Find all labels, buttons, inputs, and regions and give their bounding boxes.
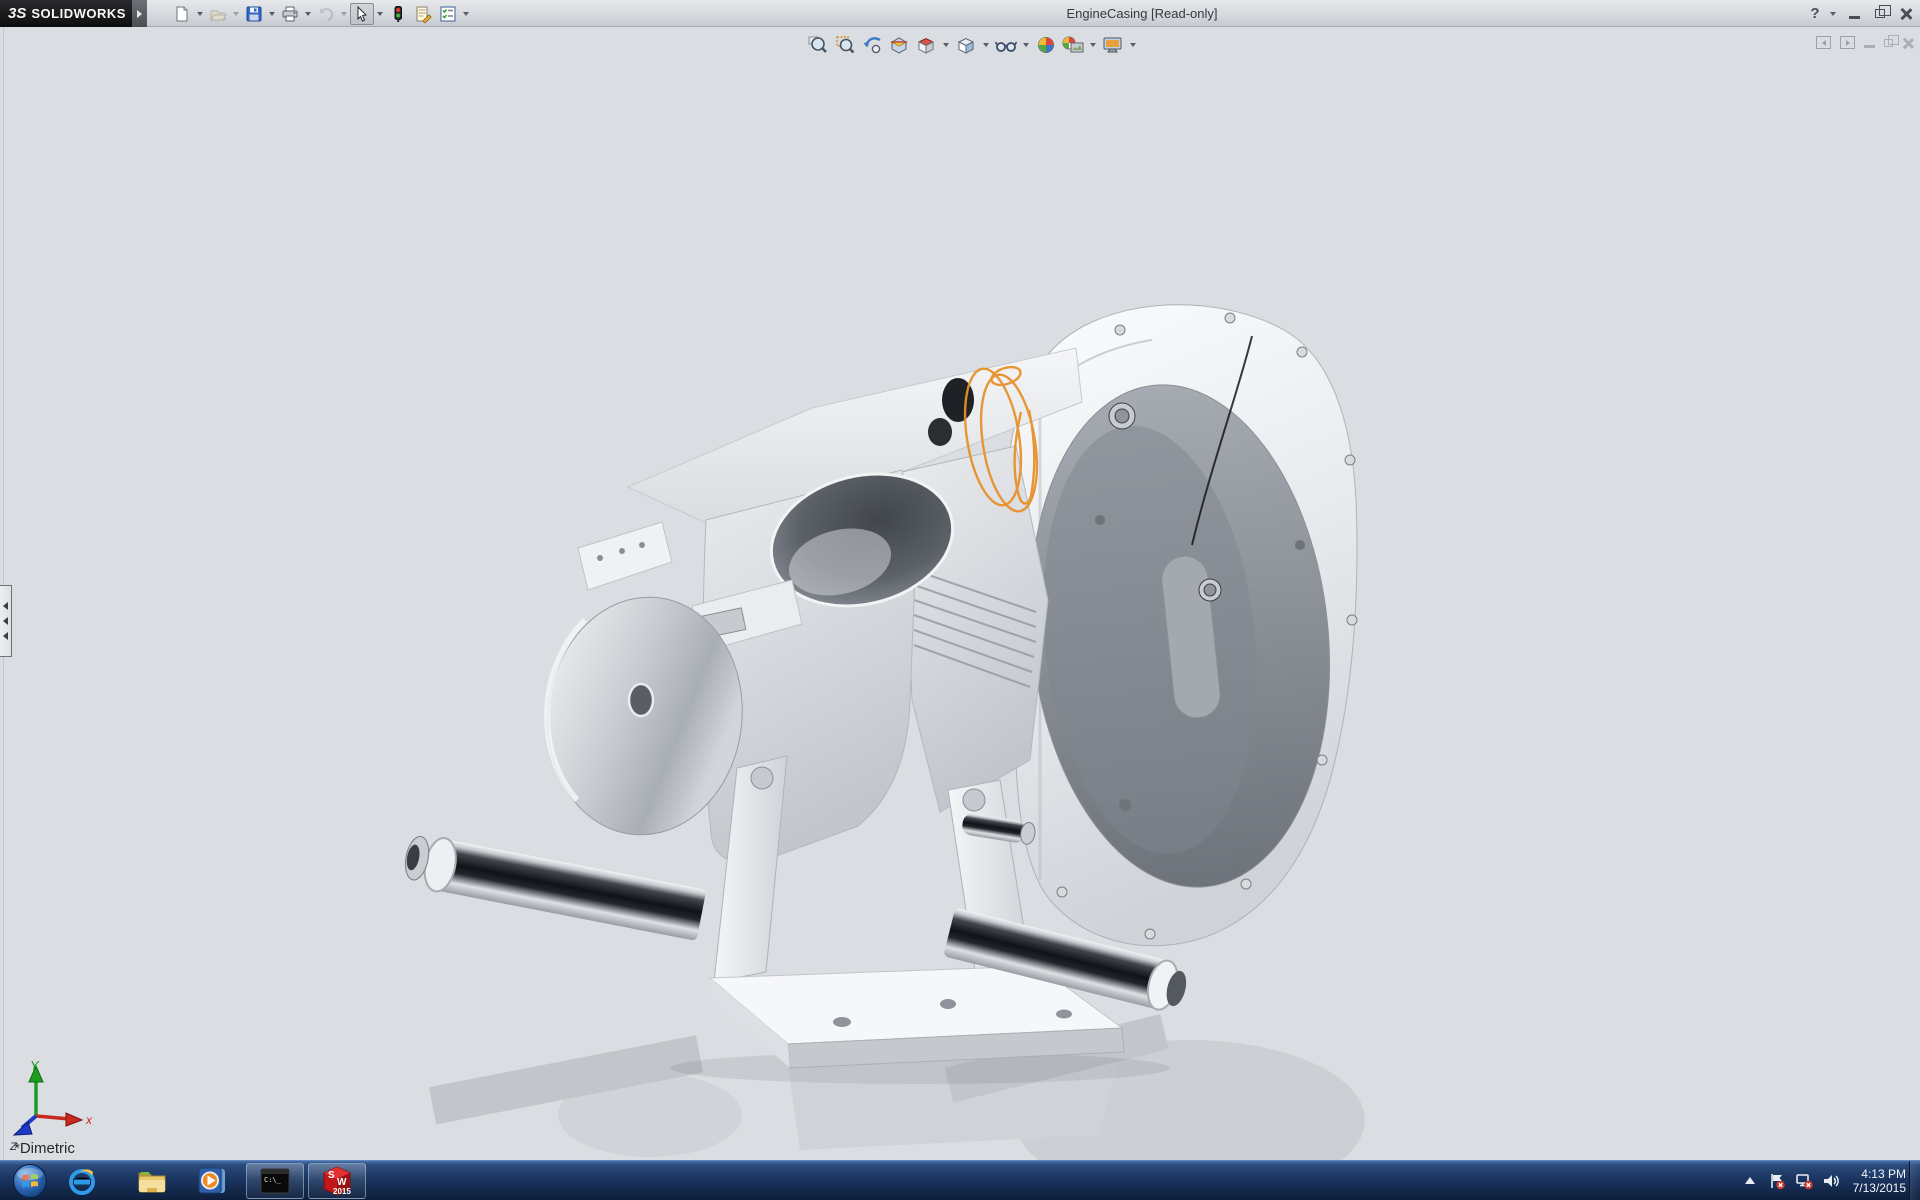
solidworks-2015-button[interactable]: S W 2015 xyxy=(308,1163,366,1199)
save-floppy-icon xyxy=(245,5,263,23)
hub-hole xyxy=(629,684,653,716)
print-button[interactable] xyxy=(278,3,302,25)
sw-year: 2015 xyxy=(333,1187,351,1196)
triad-x-label: x xyxy=(85,1113,93,1127)
cmd-prompt-text: C:\_ xyxy=(264,1176,282,1184)
menu-expander-icon[interactable] xyxy=(132,0,147,27)
show-desktop-button[interactable] xyxy=(1909,1161,1920,1200)
windows-explorer-button[interactable] xyxy=(132,1163,172,1199)
help-button[interactable]: ? xyxy=(1808,4,1822,24)
solidworks-logo[interactable]: 3S SOLIDWORKS xyxy=(0,0,132,27)
rebuild-button[interactable] xyxy=(386,3,410,25)
restore-button[interactable] xyxy=(1870,4,1890,24)
clock-date: 7/13/2015 xyxy=(1853,1181,1906,1195)
action-center-icon[interactable] xyxy=(1768,1172,1786,1190)
printer-icon xyxy=(281,5,299,23)
media-player-button[interactable] xyxy=(192,1163,232,1199)
help-dropdown[interactable] xyxy=(1828,3,1838,25)
view-orientation-label: *Dimetric xyxy=(14,1140,75,1157)
window-controls: ? xyxy=(1808,0,1916,27)
traffic-light-icon xyxy=(389,5,407,23)
open-folder-icon xyxy=(209,5,227,23)
undo-dropdown[interactable] xyxy=(339,3,349,25)
system-tray: 4:13 PM 7/13/2015 xyxy=(1741,1161,1906,1200)
window-title: EngineCasing [Read-only] xyxy=(1066,6,1217,21)
internet-explorer-button[interactable] xyxy=(62,1163,102,1199)
black-fitting xyxy=(928,418,952,446)
new-file-icon xyxy=(173,5,191,23)
volume-icon[interactable] xyxy=(1822,1172,1840,1190)
undo-arrow-icon xyxy=(317,5,335,23)
folder-icon xyxy=(135,1164,169,1198)
windows-start-orb-icon xyxy=(12,1163,48,1199)
command-prompt-button[interactable]: C:\_ xyxy=(246,1163,304,1199)
cursor-arrow-icon xyxy=(353,5,371,23)
network-status-icon[interactable] xyxy=(1795,1172,1813,1190)
graphics-viewport[interactable]: Y x Z *Dimetric xyxy=(0,27,1920,1160)
select-dropdown[interactable] xyxy=(375,3,385,25)
select-tool-button[interactable] xyxy=(350,3,374,25)
options-button[interactable] xyxy=(436,3,460,25)
left-shaft[interactable] xyxy=(401,832,707,942)
sw-letter-s: S xyxy=(328,1170,335,1181)
undo-button[interactable] xyxy=(314,3,338,25)
minimize-button[interactable] xyxy=(1844,4,1864,24)
print-dropdown[interactable] xyxy=(303,3,313,25)
options-dropdown[interactable] xyxy=(461,3,471,25)
title-bar: 3S SOLIDWORKS xyxy=(0,0,1920,27)
ds-logo-mark: 3S xyxy=(8,5,26,22)
windows-taskbar: C:\_ S W 2015 xyxy=(0,1160,1920,1200)
show-hidden-icons-button[interactable] xyxy=(1741,1172,1759,1190)
engine-casing-model[interactable] xyxy=(0,27,1920,1160)
solidworks-window: 3S SOLIDWORKS xyxy=(0,0,1920,1200)
triad-y-label: Y xyxy=(30,1058,40,1073)
taskbar-clock[interactable]: 4:13 PM 7/13/2015 xyxy=(1849,1167,1906,1195)
internet-explorer-icon xyxy=(65,1164,99,1198)
media-player-icon xyxy=(195,1164,229,1198)
options-checklist-icon xyxy=(439,5,457,23)
new-file-button[interactable] xyxy=(170,3,194,25)
close-button[interactable] xyxy=(1896,4,1916,24)
open-file-button[interactable] xyxy=(206,3,230,25)
clock-time: 4:13 PM xyxy=(1853,1167,1906,1181)
command-prompt-icon: C:\_ xyxy=(260,1168,290,1194)
solidworks-2015-icon: S W 2015 xyxy=(320,1165,354,1197)
file-properties-button[interactable] xyxy=(411,3,435,25)
file-properties-icon xyxy=(414,5,432,23)
save-dropdown[interactable] xyxy=(267,3,277,25)
quick-access-toolbar xyxy=(170,2,471,25)
new-file-dropdown[interactable] xyxy=(195,3,205,25)
save-button[interactable] xyxy=(242,3,266,25)
brand-name: SOLIDWORKS xyxy=(31,6,126,21)
start-button[interactable] xyxy=(10,1163,50,1199)
mount-bracket xyxy=(578,522,672,590)
open-file-dropdown[interactable] xyxy=(231,3,241,25)
